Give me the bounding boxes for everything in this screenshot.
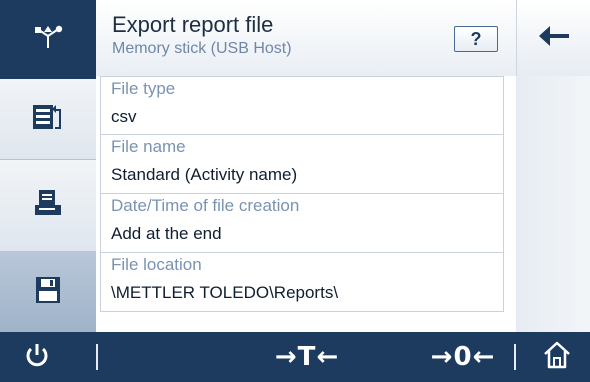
page-title: Export report file <box>112 12 274 37</box>
setting-label: File name <box>111 137 186 156</box>
setting-row-file-type[interactable]: File type csv <box>100 76 504 135</box>
setting-row-date-time[interactable]: Date/Time of file creation Add at the en… <box>100 194 504 253</box>
printer-icon <box>33 188 63 223</box>
home-icon <box>542 341 572 374</box>
power-button[interactable] <box>0 332 74 382</box>
setting-label: Date/Time of file creation <box>111 196 300 215</box>
separator <box>514 344 516 370</box>
setting-label: File location <box>111 255 202 274</box>
export-file-icon <box>31 102 65 137</box>
setting-value: \METTLER TOLEDO\Reports\ <box>111 283 339 302</box>
page-subtitle: Memory stick (USB Host) <box>112 40 292 57</box>
save-disk-icon <box>35 276 61 309</box>
power-icon <box>25 342 49 373</box>
settings-list: File type csv File name Standard (Activi… <box>100 76 504 312</box>
zero-button[interactable]: →0← <box>418 332 508 382</box>
home-button[interactable] <box>524 332 590 382</box>
setting-value: csv <box>111 107 137 126</box>
right-column <box>516 0 590 332</box>
sidebar-item-export[interactable] <box>0 79 96 160</box>
sidebar-item-usb[interactable] <box>0 0 96 79</box>
content-panel: Export report file Memory stick (USB Hos… <box>96 0 516 332</box>
setting-value: Add at the end <box>111 224 222 243</box>
help-button[interactable]: ? <box>454 26 498 52</box>
sidebar-item-save[interactable] <box>0 252 96 332</box>
setting-row-file-location[interactable]: File location \METTLER TOLEDO\Reports\ <box>100 253 504 312</box>
setting-value: Standard (Activity name) <box>111 165 298 184</box>
dialog-header: Export report file Memory stick (USB Hos… <box>96 0 516 76</box>
sidebar-item-print[interactable] <box>0 160 96 252</box>
sidebar <box>0 0 96 332</box>
setting-label: File type <box>111 79 176 98</box>
arrow-left-icon <box>537 25 571 52</box>
zero-label: →0← <box>430 342 496 372</box>
bottom-bar: →T← →0← <box>0 332 590 382</box>
tare-label: →T← <box>274 342 340 372</box>
tare-button[interactable]: →T← <box>262 332 352 382</box>
back-button[interactable] <box>516 0 590 76</box>
usb-icon <box>33 24 63 55</box>
setting-row-file-name[interactable]: File name Standard (Activity name) <box>100 135 504 194</box>
separator <box>96 344 98 370</box>
